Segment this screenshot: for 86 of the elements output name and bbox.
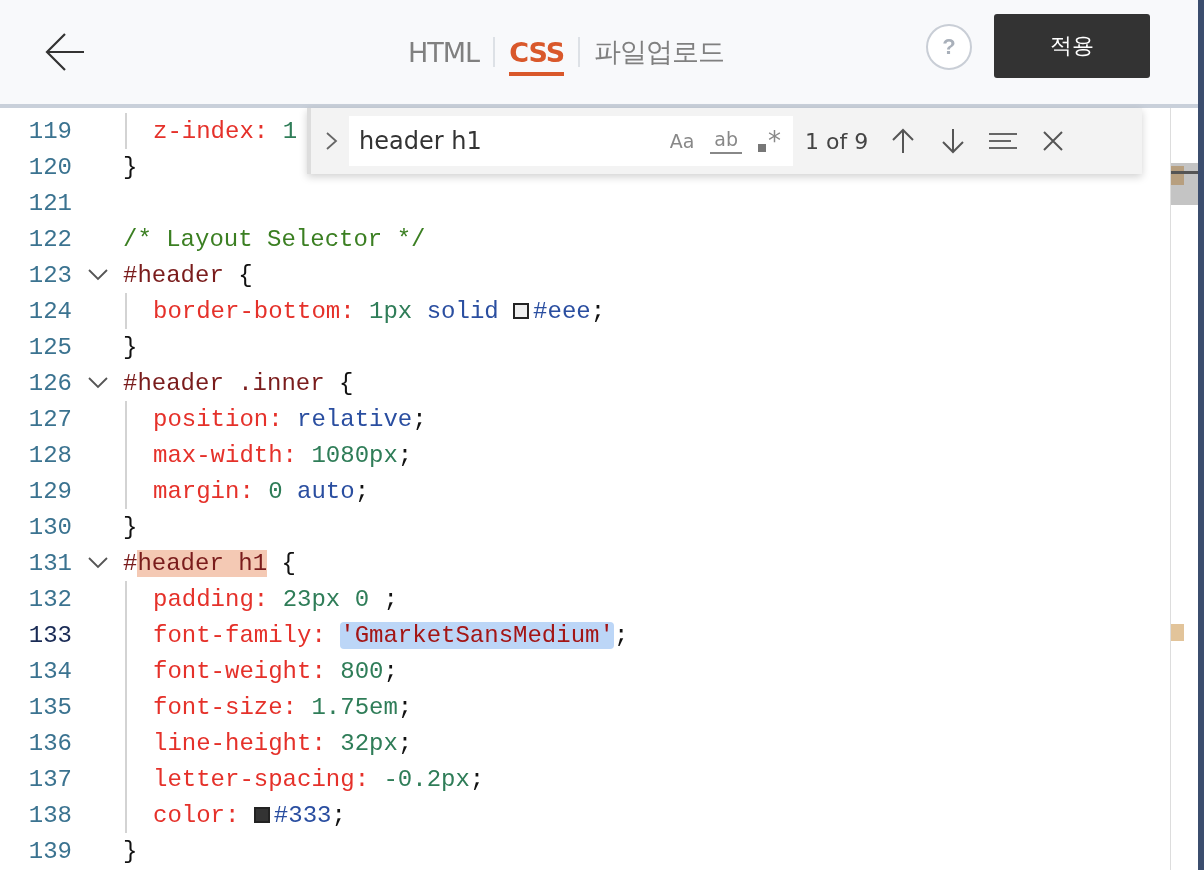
line-number: 133	[27, 621, 72, 649]
line-number: 128	[27, 441, 72, 469]
line-number: 120	[27, 153, 72, 181]
code-token: 32px	[340, 729, 398, 757]
code-token: ;	[412, 405, 427, 433]
match-count: 1 of 9	[805, 128, 869, 154]
code-token: header h1	[137, 549, 268, 577]
code-token: font-family:	[153, 621, 327, 649]
code-token: z-index:	[153, 117, 270, 145]
code-token: }	[123, 333, 138, 361]
code-token: ;	[397, 441, 413, 469]
line-number: 119	[27, 117, 72, 145]
fold-chevron-icon[interactable]	[87, 377, 108, 389]
code-token: 'GmarketSansMedium'	[340, 621, 614, 649]
whole-word-toggle[interactable]: ab	[710, 128, 742, 154]
code-token: ;	[397, 729, 413, 757]
code-token: /* Layout Selector */	[123, 225, 426, 253]
code-token: ;	[354, 477, 370, 505]
code-token: border-bottom:	[153, 297, 356, 325]
fold-chevron-icon[interactable]	[87, 557, 108, 569]
code-token: padding:	[153, 585, 270, 613]
code-token: #333	[273, 801, 332, 829]
back-arrow-icon[interactable]	[44, 31, 86, 73]
code-token: {	[280, 549, 296, 577]
code-token: 1080px	[311, 441, 398, 469]
code-token: {	[338, 369, 354, 397]
code-token: ;	[397, 693, 413, 721]
code-token: 1	[282, 117, 298, 145]
code-token: #header .inner	[123, 369, 325, 397]
code-token: #header	[123, 261, 224, 289]
fold-chevron-icon[interactable]	[87, 269, 108, 281]
search-field[interactable]: header h1 Aa ab *	[349, 116, 793, 166]
line-number: 135	[27, 693, 72, 721]
code-token: auto	[296, 477, 355, 505]
line-number: 125	[27, 333, 72, 361]
code-token: margin:	[153, 477, 255, 505]
code-token: ;	[590, 297, 606, 325]
code-token: 23px 0	[282, 585, 370, 613]
line-number: 129	[27, 477, 72, 505]
code-token: -0.2px	[383, 765, 470, 793]
code-token: font-size:	[153, 693, 299, 721]
code-token: line-height:	[153, 729, 327, 757]
code-token: 0	[268, 477, 283, 505]
code-token: ;	[613, 621, 629, 649]
line-number: 137	[27, 765, 72, 793]
line-number: 127	[27, 405, 72, 433]
code-token: 800	[340, 657, 384, 685]
chevron-right-icon[interactable]	[325, 131, 339, 151]
regex-toggle[interactable]: *	[756, 126, 783, 156]
code-token: 1px	[369, 297, 413, 325]
line-number: 138	[27, 801, 72, 829]
tab[interactable]: CSS	[509, 0, 565, 104]
code-token: ;	[382, 585, 398, 613]
line-number: 139	[27, 837, 72, 865]
line-number: 121	[27, 189, 72, 217]
line-number: 131	[27, 549, 72, 577]
line-number: 130	[27, 513, 72, 541]
code-token: #eee	[533, 297, 591, 325]
code-token: solid	[425, 297, 500, 325]
code-token: }	[123, 513, 138, 541]
code-token: ;	[469, 765, 485, 793]
code-token: max-width:	[153, 441, 299, 469]
help-button[interactable]: ?	[926, 24, 972, 70]
line-number: 123	[27, 261, 72, 289]
line-number: 126	[27, 369, 72, 397]
code-token: ;	[331, 801, 346, 829]
code-token: ;	[383, 657, 398, 685]
line-number: 122	[27, 225, 72, 253]
line-number: 134	[27, 657, 72, 685]
code-token: color:	[153, 801, 241, 829]
code-token: relative	[297, 405, 413, 433]
code-token: {	[237, 261, 253, 289]
code-token: letter-spacing:	[153, 765, 371, 793]
line-number: 124	[27, 297, 72, 325]
line-number: 132	[27, 585, 72, 613]
tab[interactable]: HTML	[408, 0, 480, 104]
match-case-toggle[interactable]: Aa	[667, 130, 697, 152]
tab[interactable]: 파일업로드	[594, 0, 725, 104]
code-token: position:	[153, 405, 284, 433]
code-token: 1.75em	[311, 693, 398, 721]
code-token: font-weight:	[153, 657, 327, 685]
code-token: }	[123, 153, 138, 181]
line-number: 136	[27, 729, 72, 757]
apply-button[interactable]: 적용	[994, 14, 1150, 78]
code-token: }	[123, 837, 138, 865]
code-token: #	[123, 549, 138, 577]
